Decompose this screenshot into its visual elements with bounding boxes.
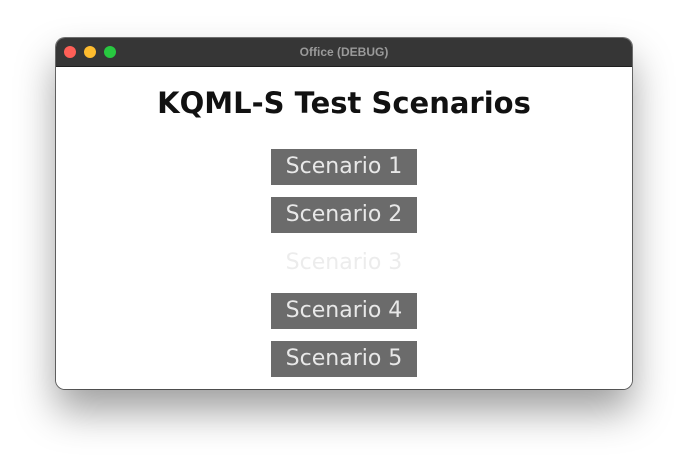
page-title: KQML-S Test Scenarios [157,86,531,120]
scenario-1-button[interactable]: Scenario 1 [271,149,417,185]
scenario-3-button: Scenario 3 [285,250,403,275]
scenario-5-button[interactable]: Scenario 5 [271,341,417,377]
app-window: Office (DEBUG) KQML-S Test Scenarios Sce… [56,38,632,389]
title-bar[interactable]: Office (DEBUG) [56,38,632,67]
scenario-2-button[interactable]: Scenario 2 [271,197,417,233]
window-title: Office (DEBUG) [299,45,389,59]
scenario-4-button[interactable]: Scenario 4 [271,293,417,329]
main-content: KQML-S Test Scenarios Scenario 1 Scenari… [56,67,632,389]
